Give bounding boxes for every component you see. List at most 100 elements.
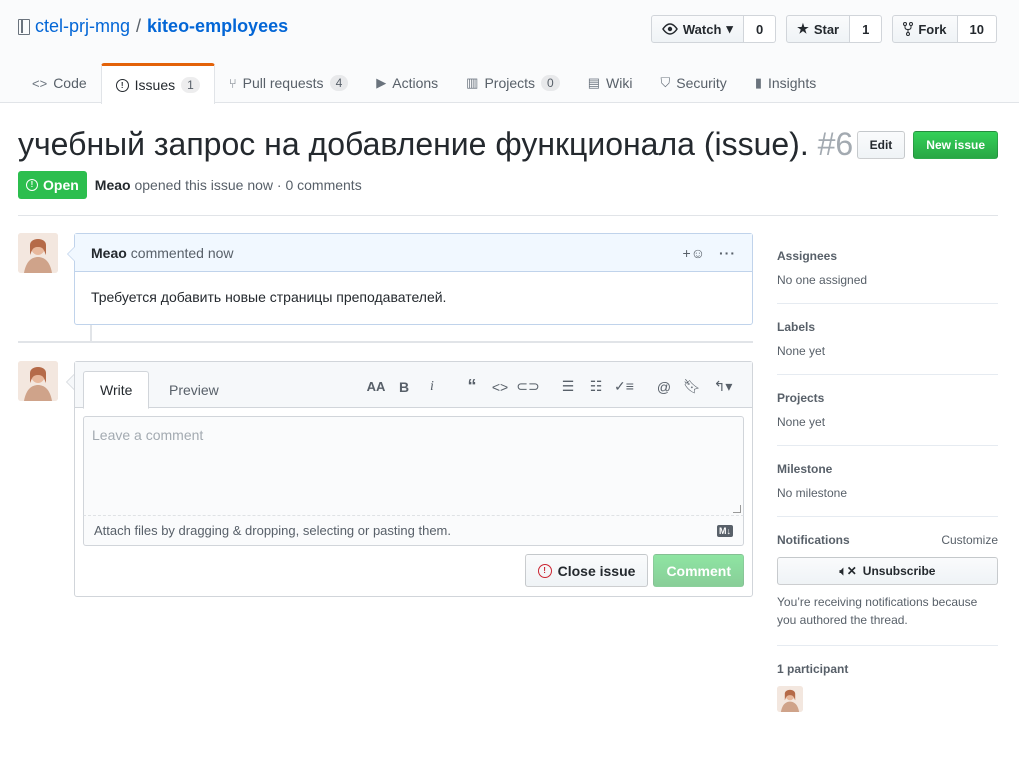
sidebar-heading[interactable]: Assignees [777,249,998,263]
comment-time[interactable]: commented now [131,245,234,261]
task-list-icon[interactable]: ✓≡ [610,378,638,395]
form-arrow-fill [67,375,74,389]
new-issue-button[interactable]: New issue [913,131,998,159]
comment-author[interactable]: Meao [91,245,127,261]
link-icon[interactable]: ⊂⊃ [514,378,542,395]
new-comment-form: Write Preview AA B i “ <> ⊂⊃ ☰ ☷ ✓≡ @ 🔖︎… [74,361,753,597]
avatar[interactable] [18,233,58,273]
watch-group: Watch ▾ 0 [650,15,777,43]
text-size-icon[interactable]: AA [362,379,390,394]
watch-label: Watch [682,21,722,37]
edit-button[interactable]: Edit [856,131,906,159]
tab-counter: 4 [329,75,349,91]
bookmark-icon[interactable]: 🔖︎ [678,378,706,395]
bullet-list-icon[interactable]: ☰ [554,378,582,395]
comment-actions: +☺ ··· [683,245,736,261]
sidebar-heading[interactable]: Projects [777,391,998,405]
quote-icon[interactable]: “ [458,376,486,397]
sidebar-value: None yet [777,344,826,358]
tab-label: Code [53,75,87,91]
fork-group: Fork 10 [892,15,997,43]
sidebar-labels: Labels None yet [777,304,998,375]
sidebar-milestone: Milestone No milestone [777,446,998,517]
reply-icon[interactable]: ↰▾ [706,378,740,395]
sidebar-projects: Projects None yet [777,375,998,446]
resize-handle-icon[interactable] [733,505,741,513]
numbered-list-icon[interactable]: ☷ [582,378,610,395]
bold-icon[interactable]: B [390,379,418,395]
tab-security[interactable]: ⛉ Security [646,63,740,103]
comment-arrow-fill [68,247,75,261]
sidebar-heading: Notifications Customize [777,533,998,547]
status-label: Open [43,177,79,193]
star-count[interactable]: 1 [850,15,883,43]
tab-write[interactable]: Write [83,371,150,409]
header-divider [18,215,998,216]
repo-actions: Watch ▾ 0 ★ Star 1 Fork 10 [650,15,997,43]
tab-label: Issues [134,77,176,93]
repo-owner-link[interactable]: ctel-prj-mng [35,16,130,37]
star-button[interactable]: ★ Star [786,15,851,43]
comment-body: Требуется добавить новые страницы препод… [91,289,447,305]
watch-button[interactable]: Watch ▾ [650,15,744,43]
issue-icon: ! [115,78,129,92]
tab-label: Wiki [606,75,633,91]
issue-title-text: учебный запрос на добавление функционала… [18,126,809,162]
watch-count[interactable]: 0 [743,15,777,43]
issue-sidebar: Assignees No one assigned Labels None ye… [777,233,998,712]
graph-icon: ▮ [754,75,762,90]
tab-projects[interactable]: ▥ Projects 0 [452,63,574,103]
avatar-image [18,361,58,401]
avatar[interactable] [18,361,58,401]
star-label: Star [813,21,840,37]
chevron-down-icon: ▾ [726,21,733,36]
status-badge: ! Open [18,171,87,199]
star-group: ★ Star 1 [786,15,883,43]
sidebar-notifications: Notifications Customize 🔈︎✕ Unsubscribe … [777,517,998,646]
attach-hint: Attach files by dragging & dropping, sel… [94,523,451,538]
comment-header: Meao commented now +☺ ··· [75,234,752,272]
italic-icon[interactable]: i [418,379,446,395]
repo-header: ctel-prj-mng / kiteo-employees Watch ▾ 0… [0,0,1019,104]
customize-link[interactable]: Customize [941,533,998,547]
tab-actions[interactable]: ▶ Actions [362,63,452,103]
star-icon: ★ [797,21,809,36]
fork-button[interactable]: Fork [892,15,958,43]
sidebar-heading[interactable]: Milestone [777,462,998,476]
close-issue-label: Close issue [557,562,636,579]
eye-icon [662,23,678,35]
sidebar-heading[interactable]: Labels [777,320,998,334]
more-options-icon[interactable]: ··· [719,245,736,261]
comment-textarea[interactable]: Leave a comment [83,416,744,516]
tab-code[interactable]: <> Code [18,63,101,103]
close-issue-button[interactable]: ! Close issue [524,554,649,587]
unsubscribe-button[interactable]: 🔈︎✕ Unsubscribe [777,557,998,585]
file-dropzone[interactable]: Attach files by dragging & dropping, sel… [83,516,744,546]
mute-icon: 🔈︎✕ [839,563,857,578]
tab-counter: 1 [181,77,200,93]
tab-issues[interactable]: ! Issues 1 [100,63,215,104]
repo-name-link[interactable]: kiteo-employees [147,16,288,37]
repo-title: ctel-prj-mng / kiteo-employees [18,16,288,37]
tab-wiki[interactable]: ▤ Wiki [574,63,647,103]
avatar-image [777,686,803,712]
add-reaction-icon[interactable]: +☺ [683,245,705,261]
fork-count[interactable]: 10 [957,15,997,43]
notification-reason: You’re receiving notifications because y… [777,595,978,627]
timeline-divider [18,341,753,343]
tab-preview[interactable]: Preview [153,371,235,408]
markdown-icon[interactable]: M↓ [717,524,733,537]
mention-icon[interactable]: @ [650,379,678,395]
issue-meta-text: opened this issue now · 0 comments [134,177,362,193]
comment-button[interactable]: Comment [653,554,744,587]
tab-insights[interactable]: ▮ Insights [741,63,830,103]
sidebar-heading: 1 participant [777,662,849,676]
tab-pull-requests[interactable]: ⑂ Pull requests 4 [215,63,362,103]
issue-comment: Meao commented now +☺ ··· Требуется доба… [74,233,753,325]
code-icon[interactable]: <> [486,379,514,395]
participant-avatar[interactable] [777,686,803,712]
form-actions: ! Close issue Comment [524,554,744,587]
shield-icon: ⛉ [660,75,671,90]
code-icon: <> [32,75,48,91]
issue-author[interactable]: Meao [95,177,131,193]
